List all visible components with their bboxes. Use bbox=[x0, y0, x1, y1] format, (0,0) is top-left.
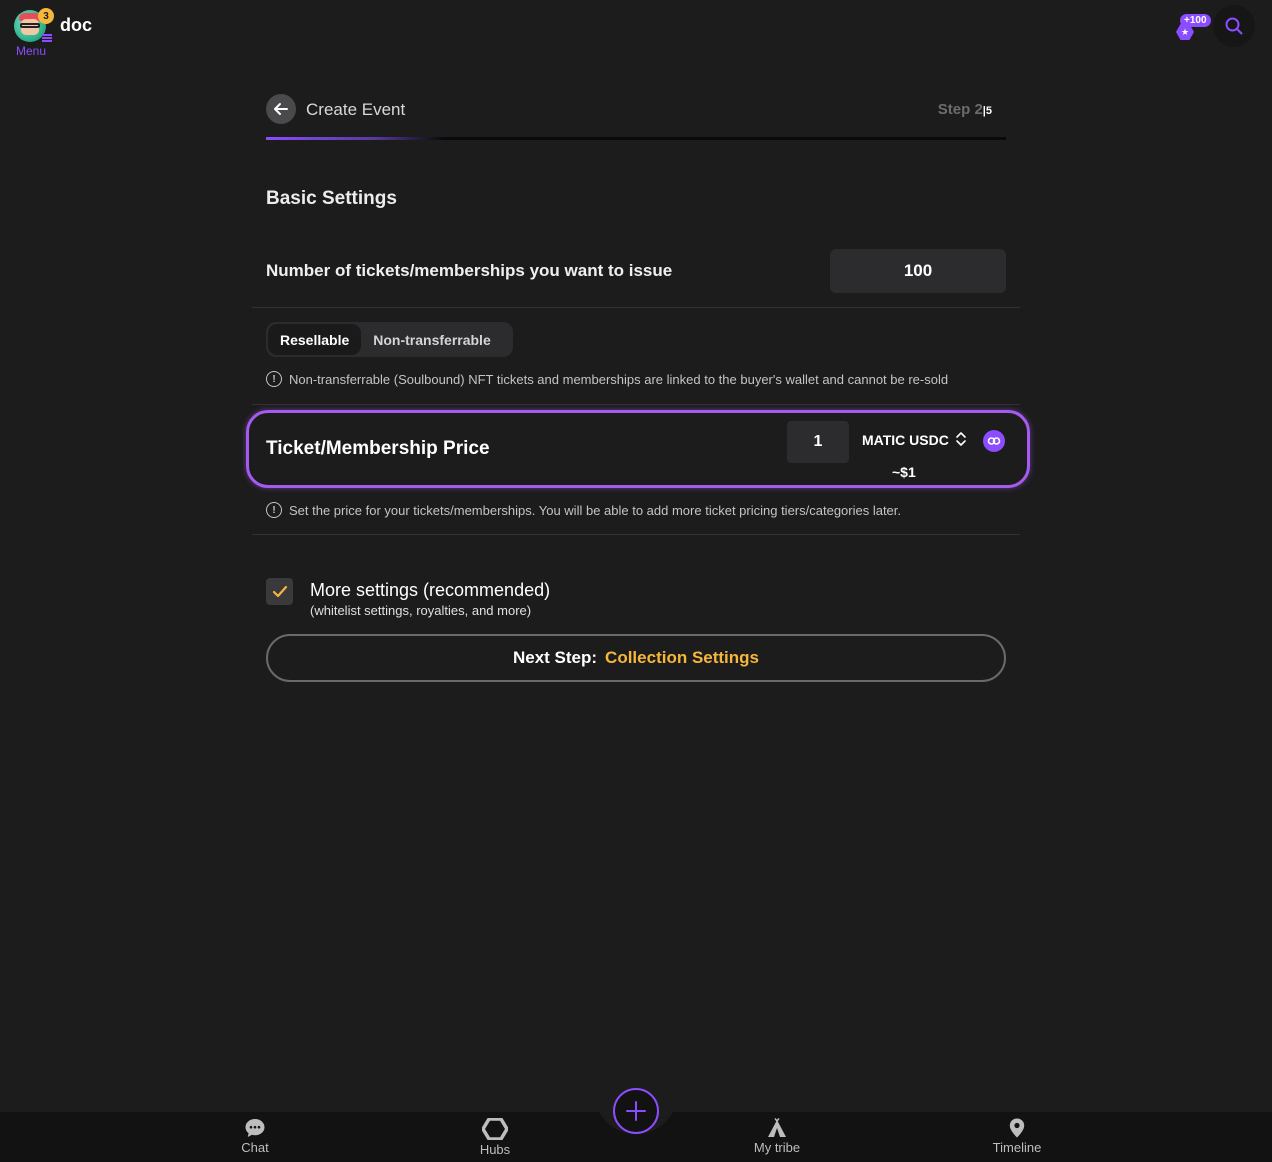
tent-icon bbox=[768, 1118, 786, 1137]
avatar-glasses bbox=[20, 23, 40, 28]
info-icon: ! bbox=[266, 502, 282, 518]
currency-select[interactable]: MATIC USDC bbox=[862, 432, 949, 448]
more-settings-title[interactable]: More settings (recommended) bbox=[310, 580, 550, 601]
plus-icon bbox=[626, 1101, 646, 1121]
tickets-label: Number of tickets/memberships you want t… bbox=[266, 261, 673, 280]
hubs-icon bbox=[482, 1118, 508, 1140]
points-badge: +100 bbox=[1180, 14, 1211, 27]
section-title: Basic Settings bbox=[266, 188, 397, 209]
price-row: Ticket/Membership Price 1 MATIC USDC ~$1 bbox=[246, 410, 1030, 488]
check-icon bbox=[272, 585, 287, 597]
step-total-number: 5 bbox=[985, 105, 992, 117]
price-input[interactable]: 1 bbox=[787, 421, 849, 463]
more-settings-checkbox[interactable] bbox=[266, 578, 293, 605]
step-label: Step 2 bbox=[937, 101, 983, 118]
info-icon: ! bbox=[266, 371, 282, 387]
points-button[interactable]: ★ +100 bbox=[1172, 14, 1212, 44]
usd-approx: ~$1 bbox=[892, 464, 916, 480]
chat-icon bbox=[245, 1119, 265, 1137]
tickets-quantity-input[interactable]: 100 bbox=[830, 249, 1006, 293]
menu-button[interactable]: 3 Menu bbox=[14, 8, 54, 58]
create-fab-button[interactable] bbox=[613, 1088, 659, 1134]
price-info: ! Set the price for your tickets/members… bbox=[266, 502, 901, 518]
toggle-non-transferrable[interactable]: Non-transferrable bbox=[361, 324, 502, 355]
top-bar: 3 Menu doc ★ +100 bbox=[0, 0, 1272, 60]
transfer-info: ! Non-transferrable (Soulbound) NFT tick… bbox=[266, 371, 948, 387]
menu-icon bbox=[42, 34, 52, 42]
notification-badge: 3 bbox=[38, 8, 54, 24]
step-total: |5 bbox=[982, 105, 992, 117]
nav-timeline-label: Timeline bbox=[992, 1140, 1042, 1155]
nav-hubs-label: Hubs bbox=[479, 1142, 511, 1157]
chevron-updown-icon[interactable] bbox=[955, 431, 967, 447]
nav-my-tribe[interactable]: My tribe bbox=[737, 1118, 817, 1155]
progress-fill bbox=[266, 137, 444, 140]
transfer-info-text: Non-transferrable (Soulbound) NFT ticket… bbox=[289, 371, 949, 387]
page-title: Create Event bbox=[306, 100, 406, 119]
more-settings-subtitle: (whitelist settings, royalties, and more… bbox=[310, 603, 532, 618]
arrow-left-icon bbox=[274, 103, 288, 115]
username: doc bbox=[60, 15, 93, 35]
nav-timeline[interactable]: Timeline bbox=[977, 1118, 1057, 1155]
back-button[interactable] bbox=[266, 94, 296, 124]
create-event-form: Create Event Step 2|5 Basic Settings Num… bbox=[246, 88, 1030, 682]
divider bbox=[252, 404, 1020, 405]
nav-my-tribe-label: My tribe bbox=[753, 1140, 801, 1155]
price-info-text: Set the price for your tickets/membershi… bbox=[289, 502, 902, 518]
search-icon bbox=[1225, 17, 1243, 35]
menu-label[interactable]: Menu bbox=[16, 44, 46, 58]
search-button[interactable] bbox=[1213, 5, 1255, 47]
next-step-prefix: Next Step: bbox=[512, 648, 598, 667]
polygon-icon bbox=[983, 430, 1005, 452]
next-step-button[interactable]: Next Step: Collection Settings bbox=[266, 634, 1006, 682]
form-header: Create Event Step 2|5 bbox=[252, 88, 1020, 140]
price-label: Ticket/Membership Price bbox=[266, 438, 490, 459]
next-step-target: Collection Settings bbox=[605, 648, 760, 667]
location-pin-icon bbox=[1009, 1118, 1025, 1138]
nav-chat-label: Chat bbox=[241, 1140, 269, 1155]
tickets-row: Number of tickets/memberships you want t… bbox=[252, 248, 1020, 308]
divider bbox=[252, 534, 1020, 535]
step-indicator: Step 2|5 bbox=[938, 101, 992, 118]
progress-bar bbox=[266, 137, 1006, 140]
nav-hubs[interactable]: Hubs bbox=[455, 1118, 535, 1157]
nav-chat[interactable]: Chat bbox=[215, 1118, 295, 1155]
toggle-resellable[interactable]: Resellable bbox=[268, 324, 362, 355]
transferability-toggle: Resellable Non-transferrable bbox=[266, 322, 513, 357]
